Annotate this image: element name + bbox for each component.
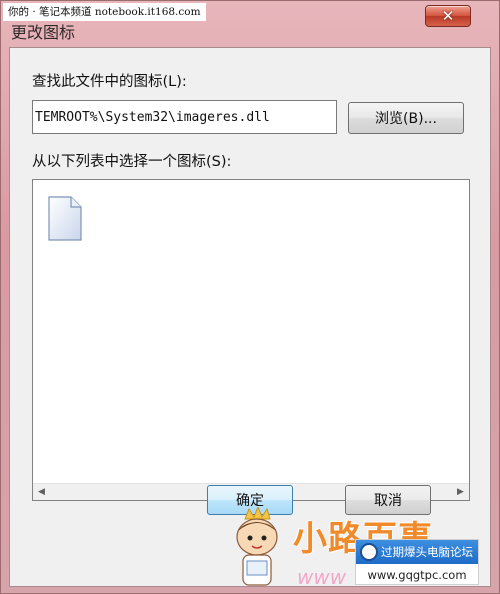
forum-badge-header: 过期爆头电脑论坛 (356, 540, 478, 564)
mascot-watermark-icon (236, 507, 278, 586)
scroll-right-arrow-icon[interactable]: ▶ (452, 484, 469, 500)
browse-button[interactable]: 浏览(B)... (348, 102, 464, 134)
scroll-left-arrow-icon[interactable]: ◀ (33, 484, 50, 500)
close-icon: ✕ (441, 7, 455, 25)
forum-badge-name: 过期爆头电脑论坛 (381, 545, 473, 559)
title-bar[interactable]: 更改图标 你的 · 笔记本频道 notebook.it168.com ✕ (1, 1, 500, 47)
forum-logo-icon (360, 543, 378, 561)
icon-list[interactable]: ◀ ▶ (32, 179, 470, 501)
change-icon-dialog: 更改图标 你的 · 笔记本频道 notebook.it168.com ✕ 查找此… (0, 0, 500, 594)
forum-badge-url: www.gqgtpc.com (367, 568, 467, 582)
icon-list-label: 从以下列表中选择一个图标(S): (32, 154, 232, 170)
blank-document-icon[interactable] (45, 194, 85, 244)
close-button[interactable]: ✕ (425, 5, 471, 27)
file-label: 查找此文件中的图标(L): (32, 74, 187, 90)
icon-file-path-input[interactable] (32, 100, 337, 134)
forum-badge-watermark: 过期爆头电脑论坛 www.gqgtpc.com (355, 539, 479, 585)
window-title: 更改图标 (11, 23, 76, 42)
top-watermark: 你的 · 笔记本频道 notebook.it168.com (3, 3, 206, 21)
watermark-url-partial: www (297, 565, 347, 589)
